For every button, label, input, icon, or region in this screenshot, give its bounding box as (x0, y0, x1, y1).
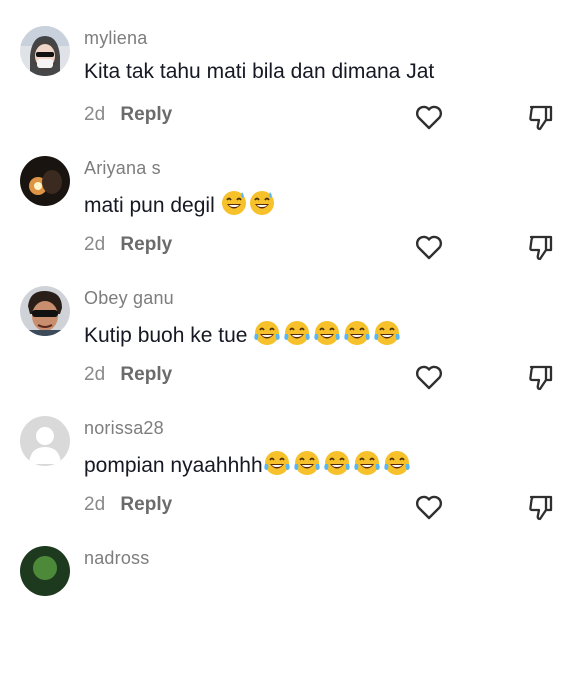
emoji-group (221, 190, 275, 216)
comment-item: Ariyana s mati pun degil 2d Reply (0, 156, 576, 286)
tears-of-joy-emoji (374, 321, 401, 345)
comment-meta: 2d Reply (84, 104, 172, 126)
username[interactable]: myliena (84, 28, 147, 49)
avatar[interactable] (20, 286, 70, 336)
avatar[interactable] (20, 26, 70, 76)
username[interactable]: Obey ganu (84, 288, 174, 309)
heart-icon[interactable] (414, 362, 444, 392)
comment-item: myliena Kita tak tahu mati bila dan dima… (0, 26, 576, 156)
comment-text: mati pun degil (84, 190, 275, 218)
comment-text: pompian nyaahhhh (84, 450, 411, 478)
comment-text: Kutip buoh ke tue (84, 320, 401, 348)
heart-icon[interactable] (414, 492, 444, 522)
comment-text: Kita tak tahu mati bila dan dimana Jat (84, 60, 434, 84)
comment-text-content: Kutip buoh ke tue (84, 324, 248, 347)
comment-item: norissa28 pompian nyaahhhh 2d Reply (0, 416, 576, 546)
reply-button[interactable]: Reply (120, 364, 172, 385)
username[interactable]: Ariyana s (84, 158, 161, 179)
avatar[interactable] (20, 546, 70, 596)
emoji-group (253, 320, 401, 346)
laughing-sweat-emoji (221, 191, 246, 215)
tears-of-joy-emoji (353, 451, 380, 475)
comment-item: Obey ganu Kutip buoh ke tue 2d Reply (0, 286, 576, 416)
tears-of-joy-emoji (284, 321, 311, 345)
timestamp: 2d (84, 364, 106, 385)
username[interactable]: norissa28 (84, 418, 164, 439)
thumbs-down-icon[interactable] (526, 102, 556, 132)
emoji-group (263, 450, 411, 476)
reply-button[interactable]: Reply (120, 234, 172, 255)
comment-text-content: pompian nyaahhhh (84, 454, 263, 477)
tears-of-joy-emoji (293, 451, 320, 475)
comment-meta: 2d Reply (84, 234, 172, 256)
comment-meta: 2d Reply (84, 494, 172, 516)
reply-button[interactable]: Reply (120, 104, 172, 125)
username[interactable]: nadross (84, 548, 149, 569)
tears-of-joy-emoji (314, 321, 341, 345)
laughing-sweat-emoji (249, 191, 274, 215)
tears-of-joy-emoji (344, 321, 371, 345)
timestamp: 2d (84, 494, 106, 515)
comment-item: nadross (0, 546, 576, 676)
tears-of-joy-emoji (383, 451, 410, 475)
thumbs-down-icon[interactable] (526, 362, 556, 392)
heart-icon[interactable] (414, 232, 444, 262)
avatar[interactable] (20, 156, 70, 206)
comment-meta: 2d Reply (84, 364, 172, 386)
avatar[interactable] (20, 416, 70, 466)
comment-text-content: Kita tak tahu mati bila dan dimana Jat (84, 60, 435, 83)
tears-of-joy-emoji (263, 451, 290, 475)
tears-of-joy-emoji (323, 451, 350, 475)
thumbs-down-icon[interactable] (526, 232, 556, 262)
reply-button[interactable]: Reply (120, 494, 172, 515)
timestamp: 2d (84, 104, 106, 125)
timestamp: 2d (84, 234, 106, 255)
comment-text-content: mati pun degil (84, 194, 215, 217)
thumbs-down-icon[interactable] (526, 492, 556, 522)
heart-icon[interactable] (414, 102, 444, 132)
tears-of-joy-emoji (254, 321, 281, 345)
